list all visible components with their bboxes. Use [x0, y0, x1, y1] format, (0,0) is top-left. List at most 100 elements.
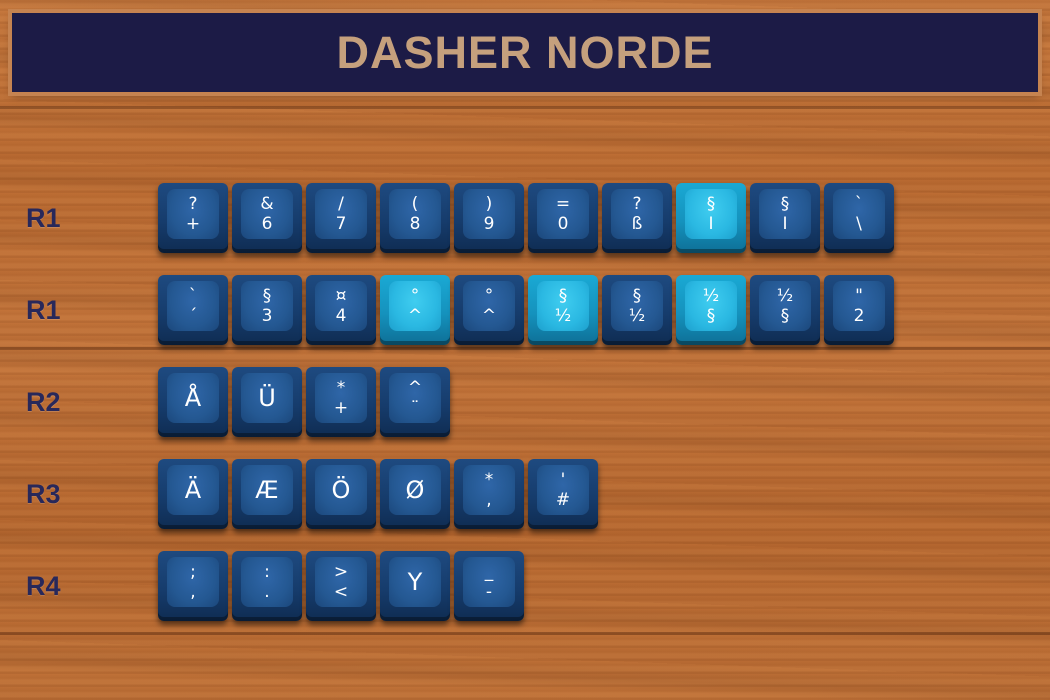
keycap-legend-base: § — [780, 305, 790, 326]
keycap-face: Ø — [389, 465, 441, 515]
keycap-face: *, — [463, 465, 515, 515]
keycap-legend-base: ´ — [188, 305, 198, 326]
keycap-legend-base: 6 — [261, 213, 273, 234]
key-row: Å Ü * + ^ ¨ — [158, 367, 450, 437]
keycap-legend-base: + — [185, 213, 201, 234]
keycap-legend: Ä — [184, 476, 202, 504]
keycap: :. — [232, 551, 302, 621]
keycap: " 2 — [824, 275, 894, 345]
keycap-legend-shift: ' — [560, 469, 566, 490]
keycap-legend-base: # — [555, 489, 571, 510]
keycap-legend: Ü — [258, 384, 276, 412]
row-label: R4 — [26, 571, 61, 601]
keycap: ;, — [158, 551, 228, 621]
keycap-legend-base: , — [190, 581, 196, 602]
keycap: § ½ — [528, 275, 598, 345]
keycap-face: & 6 — [241, 189, 293, 239]
keycap-face: Å — [167, 373, 219, 423]
wood-plank-seam — [0, 106, 1050, 109]
keycap: *, — [454, 459, 524, 529]
keycap-legend-base: 8 — [409, 213, 421, 234]
keycap-legend-shift: § — [558, 285, 568, 306]
key-row: ;,:. > < Y _ - — [158, 551, 524, 621]
keycap-face: ½ § — [759, 281, 811, 331]
keycap-legend-base: ½ — [628, 305, 646, 326]
keycap-face: * + — [315, 373, 367, 423]
keycap-legend-shift: & — [260, 193, 274, 214]
keycap: ° ^ — [380, 275, 450, 345]
key-row: ? + & 6/7(8) 9 = 0? ß § I § I ` \ — [158, 183, 894, 253]
keycap: & 6 — [232, 183, 302, 253]
keycap-legend-shift: ) — [485, 193, 493, 214]
keycap-legend-base: - — [485, 581, 493, 602]
wood-plank-seam — [0, 347, 1050, 350]
wood-plank-seam — [0, 632, 1050, 635]
keycap-face: (8 — [389, 189, 441, 239]
keycap: ¤ 4 — [306, 275, 376, 345]
keycap-face: ) 9 — [463, 189, 515, 239]
keycap-legend-base: < — [333, 581, 349, 602]
keycap: ? + — [158, 183, 228, 253]
keycap: Ø — [380, 459, 450, 529]
keycap-legend-shift: § — [632, 285, 642, 306]
keycap-face: Ü — [241, 373, 293, 423]
keycap: ½ § — [750, 275, 820, 345]
row-label: R2 — [26, 387, 61, 417]
keycap-legend-shift: ` — [188, 285, 198, 306]
keycap-legend: Ö — [331, 476, 351, 504]
keycap-legend-shift: ? — [188, 193, 198, 214]
keycap-legend-base: . — [264, 581, 270, 602]
row-label: R1 — [26, 203, 61, 233]
keycap: § I — [676, 183, 746, 253]
keycap: Ü — [232, 367, 302, 437]
key-row: Ä Æ Ö Ø *, ' # — [158, 459, 598, 529]
keycap: Ä — [158, 459, 228, 529]
keycap-legend-base: 7 — [335, 213, 347, 234]
keycap-legend-shift: ` — [854, 193, 864, 214]
keycap-legend-shift: ° — [484, 285, 494, 306]
keycap-legend-shift: ; — [190, 561, 196, 582]
keycap-face: Æ — [241, 465, 293, 515]
keycap: Æ — [232, 459, 302, 529]
keycap-face: Ä — [167, 465, 219, 515]
keycap-face: ? ß — [611, 189, 663, 239]
keycap-face: § ½ — [537, 281, 589, 331]
keycap: (8 — [380, 183, 450, 253]
keycap: ' # — [528, 459, 598, 529]
keycap: ° ^ — [454, 275, 524, 345]
keycap-legend-shift: ° — [410, 285, 420, 306]
keycap-legend-shift: ¤ — [335, 285, 347, 306]
keycap-face: § 3 — [241, 281, 293, 331]
keycap-face: ;, — [167, 557, 219, 607]
keycap-face: ° ^ — [389, 281, 441, 331]
keycap: ^ ¨ — [380, 367, 450, 437]
keycap: Å — [158, 367, 228, 437]
keycap-legend-shift: ½ — [702, 285, 720, 306]
keycap-face: ' # — [537, 465, 589, 515]
title-banner: DASHER NORDE — [12, 13, 1038, 92]
keycap-face: ` \ — [833, 189, 885, 239]
keycap-face: § I — [759, 189, 811, 239]
keycap-legend-shift: ? — [632, 193, 642, 214]
keycap-face: = 0 — [537, 189, 589, 239]
keycap-legend: Å — [184, 384, 202, 412]
keycap-legend-base: ß — [631, 213, 643, 234]
keycap: /7 — [306, 183, 376, 253]
page-title: DASHER NORDE — [336, 26, 714, 78]
keycap-face: ` ´ — [167, 281, 219, 331]
keycap-legend-base: ^ — [407, 305, 423, 326]
keycap-legend-shift: = — [555, 193, 571, 214]
row-label: R3 — [26, 479, 61, 509]
keycap-face: > < — [315, 557, 367, 607]
keycap: ` \ — [824, 183, 894, 253]
keycap-legend-shift: ^ — [407, 377, 423, 398]
keycap-face: Y — [389, 557, 441, 607]
keycap-legend-shift: ½ — [776, 285, 794, 306]
keycap: > < — [306, 551, 376, 621]
keycap: ) 9 — [454, 183, 524, 253]
keycap-legend-shift: § — [706, 193, 716, 214]
keycap-legend-shift: : — [264, 561, 270, 582]
keycap-face: ° ^ — [463, 281, 515, 331]
keycap-legend-shift: > — [333, 561, 349, 582]
keycap-legend-shift: / — [338, 193, 344, 214]
